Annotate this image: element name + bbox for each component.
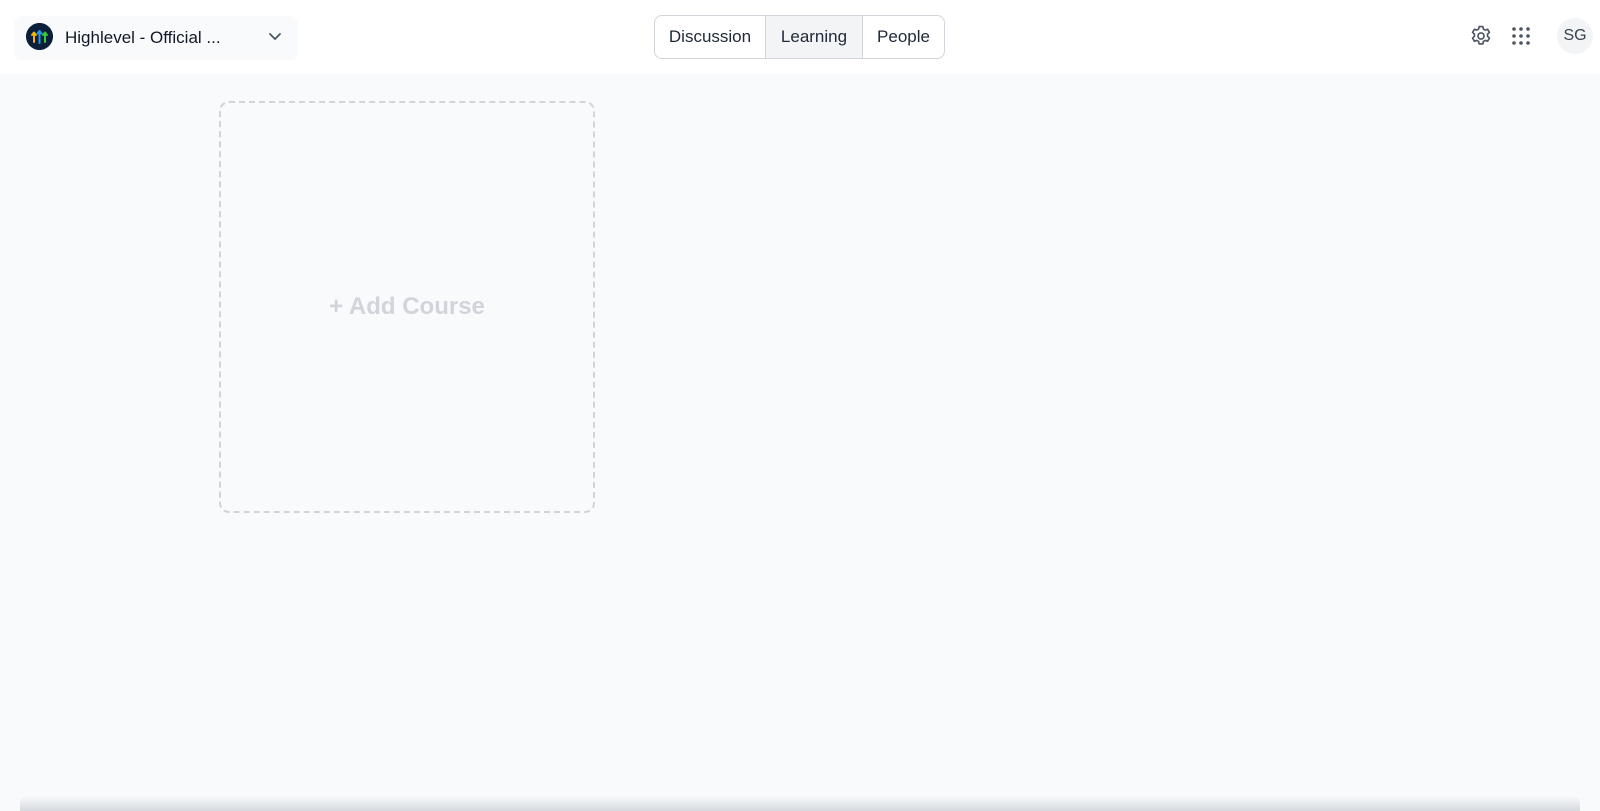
section-tabs: Discussion Learning People: [654, 15, 945, 59]
chevron-down-icon: [266, 27, 284, 45]
community-logo-icon: [26, 23, 53, 50]
community-name: Highlevel - Official ...: [65, 28, 221, 47]
gear-icon[interactable]: [1468, 23, 1494, 49]
tab-discussion[interactable]: Discussion: [655, 16, 765, 58]
tab-learning[interactable]: Learning: [765, 16, 862, 58]
avatar[interactable]: SG: [1557, 18, 1593, 54]
tab-people[interactable]: People: [862, 16, 944, 58]
avatar-initials: SG: [1563, 27, 1587, 44]
top-bar: Highlevel - Official ... Discussion Lear…: [0, 0, 1600, 74]
add-course-label: + Add Course: [329, 293, 485, 320]
grid-dots-icon[interactable]: [1509, 24, 1533, 48]
add-course-card[interactable]: + Add Course: [219, 101, 595, 513]
bottom-panel-edge: [20, 796, 1580, 811]
community-switcher[interactable]: Highlevel - Official ...: [14, 16, 298, 60]
